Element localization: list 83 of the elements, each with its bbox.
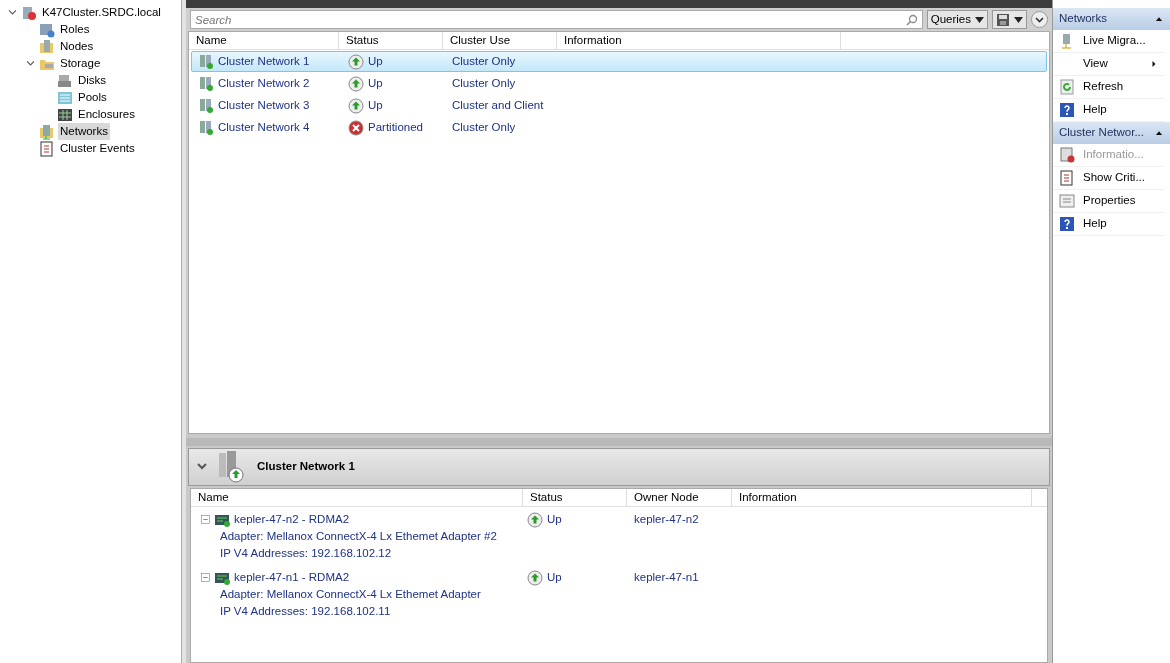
table-row[interactable]: Cluster Network 4 Partitioned Cluster Only	[191, 117, 1047, 138]
action-item[interactable]: Show Criti...	[1053, 167, 1164, 190]
table-row[interactable]: Cluster Network 1 Up Cluster Only	[191, 51, 1047, 72]
ip-address: IP V4 Addresses: 192.168.102.12	[220, 545, 392, 561]
column-header[interactable]: Owner Node	[627, 489, 732, 506]
tree-item[interactable]: Pools	[76, 88, 109, 107]
status-text: Up	[547, 569, 562, 585]
network-name: Cluster Network 1	[218, 53, 310, 69]
column-header[interactable]: Status	[523, 489, 627, 506]
action-item[interactable]: View	[1053, 53, 1164, 76]
section-header[interactable]: Networks	[1053, 8, 1170, 30]
refresh-icon	[1059, 79, 1075, 95]
action-item[interactable]: Live Migra...	[1053, 30, 1164, 53]
dropdown-caret-icon	[1014, 16, 1023, 23]
properties-icon	[1059, 193, 1075, 209]
table-row[interactable]: Cluster Network 2 Up Cluster Only	[191, 73, 1047, 94]
status-text: Up	[368, 97, 383, 113]
detail-title: Cluster Network 1	[257, 459, 355, 475]
action-item[interactable]: Properties	[1053, 190, 1164, 213]
search-field[interactable]: Search	[190, 10, 923, 29]
action-item: Informatio...	[1053, 144, 1164, 167]
tree-item[interactable]: Storage	[58, 54, 103, 73]
save-icon	[996, 12, 1010, 27]
network-name: Cluster Network 2	[218, 75, 310, 91]
section-header[interactable]: Cluster Networ...	[1053, 122, 1170, 144]
event-log-icon	[1059, 170, 1075, 186]
tree-item[interactable]: Roles	[58, 20, 92, 39]
tree-item[interactable]: Enclosures	[76, 105, 137, 124]
owner-label: kepler-47-n1	[634, 569, 699, 585]
help-icon	[1059, 216, 1075, 232]
queries-button[interactable]: Queries	[926, 10, 988, 29]
table-cell-text: Cluster Only	[452, 75, 516, 91]
tree-item[interactable]: Disks	[76, 71, 109, 90]
table-row[interactable]: Cluster Network 3 Up Cluster and Client	[191, 95, 1047, 116]
server-folder-icon	[39, 38, 55, 55]
ip-address: IP V4 Addresses: 192.168.102.11	[220, 603, 391, 619]
status-text: Up	[368, 53, 383, 69]
status-text: Up	[547, 511, 562, 527]
error-icon	[348, 119, 364, 136]
network-name: Cluster Network 3	[218, 97, 310, 113]
information-icon	[1059, 147, 1075, 163]
save-query-button[interactable]	[992, 10, 1027, 29]
table-cell-text: Cluster Only	[452, 53, 516, 69]
tree-item[interactable]: Networks	[58, 122, 110, 141]
server-icon	[198, 75, 214, 92]
enclosure-icon	[57, 106, 73, 123]
help-icon	[1059, 102, 1075, 118]
server-icon	[198, 53, 214, 70]
adapter-detail: Adapter: Mellanox ConnectX-4 Lx Ethemet Adapter	[220, 586, 481, 602]
expanded-caret-icon[interactable]	[24, 58, 36, 69]
adapter-name: kepler-47-n1 - RDMA2	[234, 569, 350, 585]
tree-item[interactable]: Cluster Events	[58, 139, 137, 158]
action-item[interactable]: Refresh	[1053, 76, 1164, 99]
tree-item[interactable]: K47Cluster.SRDC.local	[40, 3, 163, 22]
pool-icon	[57, 89, 73, 106]
table-cell-text: Cluster Only	[452, 119, 516, 135]
column-header[interactable]: Information	[557, 32, 841, 49]
tree-item[interactable]: Nodes	[58, 37, 96, 56]
column-header[interactable]: Name	[189, 32, 339, 49]
server-icon	[217, 451, 247, 483]
adapter-name: kepler-47-n2 - RDMA2	[234, 511, 350, 527]
column-header[interactable]: Name	[191, 489, 523, 506]
network-folder-icon	[39, 123, 55, 140]
action-item[interactable]: Help	[1053, 213, 1164, 236]
adapter-detail: Adapter: Mellanox ConnectX-4 Lx Ethemet Adapter #2	[220, 528, 497, 544]
expanded-caret-icon[interactable]	[6, 7, 18, 18]
event-log-icon	[39, 140, 55, 157]
roles-icon	[39, 21, 55, 38]
dropdown-caret-icon	[975, 16, 984, 23]
table-cell-text: Cluster and Client	[452, 97, 544, 113]
column-header[interactable]: Status	[339, 32, 443, 49]
cluster-icon	[21, 4, 37, 21]
column-header[interactable]: Cluster Use	[443, 32, 557, 49]
status-text: Up	[368, 75, 383, 91]
network-name: Cluster Network 4	[218, 119, 310, 135]
expand-icon[interactable]	[1031, 11, 1048, 28]
search-icon	[905, 14, 918, 26]
status-text: Partitioned	[368, 119, 423, 135]
server-icon	[198, 119, 214, 136]
owner-label: kepler-47-n2	[634, 511, 699, 527]
server-icon	[198, 97, 214, 114]
column-header[interactable]: Information	[732, 489, 1032, 506]
disk-icon	[57, 72, 73, 89]
